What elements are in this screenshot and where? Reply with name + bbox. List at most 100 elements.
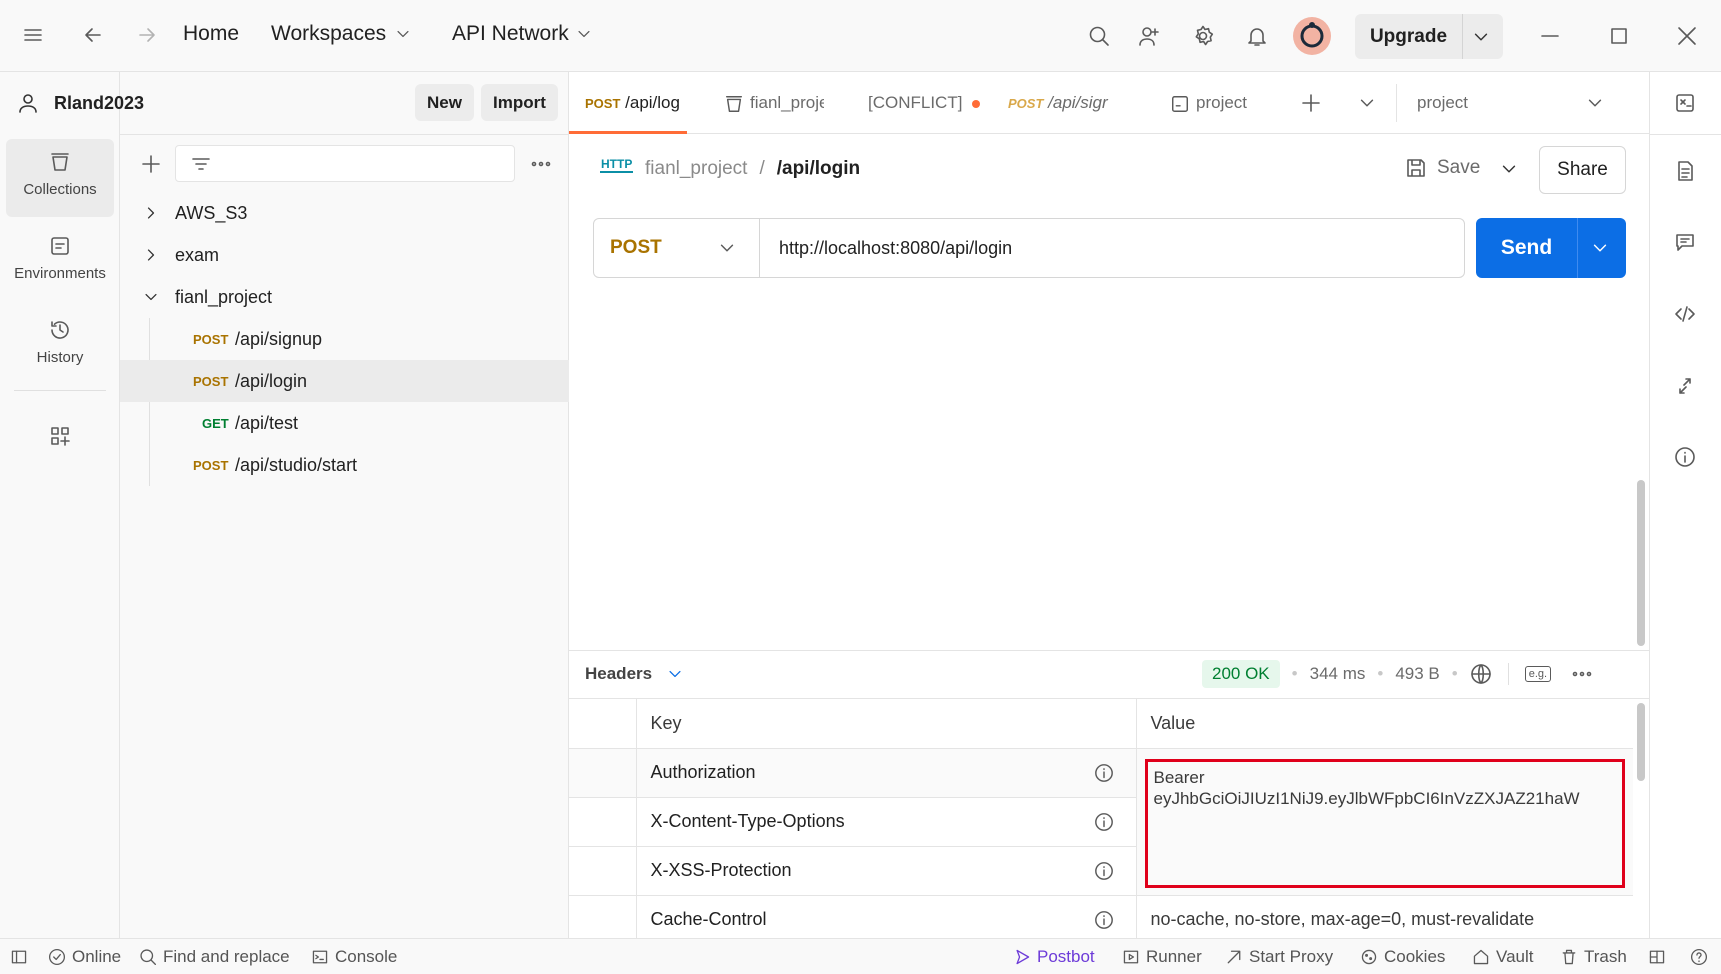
more-options-icon[interactable]: [530, 153, 552, 175]
request-item-login[interactable]: POST /api/login: [120, 360, 569, 402]
method-badge: POST: [193, 458, 229, 473]
highlighted-authorization-value[interactable]: Bearer eyJhbGciOiJIUzI1NiJ9.eyJlbWFpbCI6…: [1144, 758, 1625, 888]
info-icon[interactable]: [1094, 812, 1114, 832]
save-dropdown-icon[interactable]: [1499, 159, 1519, 179]
online-status[interactable]: Online: [48, 939, 121, 974]
notifications-bell-icon[interactable]: [1246, 25, 1268, 47]
new-button[interactable]: New: [415, 84, 474, 121]
method-select[interactable]: POST: [594, 219, 759, 277]
request-pane-scrollbar[interactable]: [1637, 480, 1645, 646]
add-collection-icon[interactable]: [140, 153, 162, 175]
rail-item-collections[interactable]: Collections: [6, 139, 114, 217]
upgrade-button[interactable]: Upgrade: [1355, 14, 1503, 59]
cookies-label: Cookies: [1384, 947, 1446, 966]
rail-item-environments[interactable]: Environments: [6, 223, 114, 301]
breadcrumb-request-name[interactable]: /api/login: [777, 158, 860, 180]
search-icon[interactable]: [1088, 25, 1110, 47]
header-key: Authorization: [650, 762, 756, 782]
collection-exam[interactable]: exam: [120, 234, 569, 276]
forward-arrow-icon[interactable]: [136, 24, 158, 46]
info-icon[interactable]: [1674, 446, 1696, 468]
url-input[interactable]: http://localhost:8080/api/login: [760, 219, 1464, 277]
runner-button[interactable]: Runner: [1122, 939, 1202, 974]
find-and-replace[interactable]: Find and replace: [139, 939, 290, 974]
vault-button[interactable]: Vault: [1472, 939, 1534, 974]
console-toggle[interactable]: Console: [311, 939, 397, 974]
save-as-example-icon[interactable]: e.g.: [1524, 666, 1552, 682]
info-icon[interactable]: [1094, 763, 1114, 783]
response-tab-headers[interactable]: Headers: [585, 664, 684, 684]
start-proxy-button[interactable]: Start Proxy: [1225, 939, 1333, 974]
breadcrumb-collection[interactable]: fianl_project: [645, 158, 747, 180]
settings-gear-icon[interactable]: [1192, 25, 1214, 47]
workspace-name[interactable]: Rland2023: [54, 93, 144, 114]
tab-api-signup-preview[interactable]: POST /api/sigr: [1008, 72, 1113, 134]
response-size[interactable]: 493 B: [1395, 664, 1439, 684]
save-button[interactable]: Save: [1405, 157, 1480, 179]
upgrade-dropdown-icon[interactable]: [1471, 27, 1491, 47]
tab-fianl-project[interactable]: fianl_proje: [724, 72, 824, 134]
chevron-down-icon: [394, 25, 412, 43]
environment-quick-look-icon[interactable]: [1674, 92, 1696, 114]
network-globe-icon[interactable]: [1470, 663, 1492, 685]
info-icon[interactable]: [1094, 910, 1114, 930]
minimize-window-icon[interactable]: [1539, 25, 1561, 47]
documentation-icon[interactable]: [1674, 160, 1696, 182]
workspaces-menu[interactable]: Workspaces: [271, 22, 412, 46]
url-bar: POST http://localhost:8080/api/login: [593, 218, 1465, 278]
filter-search-input[interactable]: [175, 145, 515, 182]
invite-user-icon[interactable]: [1138, 25, 1160, 47]
comments-icon[interactable]: [1674, 231, 1696, 253]
environments-icon: [6, 235, 114, 257]
add-apps-icon[interactable]: [49, 425, 71, 447]
request-item-studio-start[interactable]: POST /api/studio/start: [120, 444, 569, 486]
table-row[interactable]: Authorization Bearer eyJhbGciOiJIUzI1NiJ…: [569, 748, 1633, 896]
tab-api-login[interactable]: POST /api/log: [585, 72, 690, 134]
close-window-icon[interactable]: [1676, 25, 1698, 47]
collection-aws-s3[interactable]: AWS_S3: [120, 192, 569, 234]
breadcrumb: fianl_project / /api/login: [645, 158, 860, 180]
column-header-key: Key: [636, 699, 1137, 749]
toggle-sidebar-icon[interactable]: [10, 939, 28, 974]
collection-label: exam: [175, 245, 220, 265]
send-dropdown-icon[interactable]: [1590, 238, 1610, 258]
rail-item-history[interactable]: History: [6, 307, 114, 385]
breadcrumb-separator: /: [759, 158, 765, 179]
home-link[interactable]: Home: [183, 22, 239, 46]
status-badge[interactable]: 200 OK: [1202, 660, 1280, 688]
code-snippet-icon[interactable]: [1674, 303, 1696, 325]
response-pane-scrollbar[interactable]: [1637, 703, 1645, 781]
import-button[interactable]: Import: [481, 84, 558, 121]
more-options-icon[interactable]: [1571, 663, 1593, 685]
maximize-window-icon[interactable]: [1608, 25, 1630, 47]
chevron-down-icon: [717, 238, 737, 258]
tab-project[interactable]: project: [1170, 72, 1270, 134]
response-headers-table: Key Value Authorization Bearer eyJhbGciO…: [569, 699, 1633, 945]
api-network-menu[interactable]: API Network: [452, 22, 593, 46]
response-time[interactable]: 344 ms: [1310, 664, 1366, 684]
send-button[interactable]: Send: [1476, 218, 1626, 278]
layout-toggle-icon[interactable]: [1648, 939, 1666, 974]
trash-button[interactable]: Trash: [1560, 939, 1627, 974]
related-collections-icon[interactable]: [1674, 375, 1696, 397]
info-icon[interactable]: [1094, 861, 1114, 881]
share-button[interactable]: Share: [1539, 146, 1626, 194]
tabs-overflow-chevron-icon[interactable]: [1357, 93, 1377, 113]
cookies-button[interactable]: Cookies: [1360, 939, 1445, 974]
help-icon[interactable]: [1690, 939, 1708, 974]
sidebar: Rland2023 New Import AWS_S3 exam fianl_p…: [19, 72, 569, 938]
menu-icon[interactable]: [22, 24, 44, 46]
back-arrow-icon[interactable]: [82, 24, 104, 46]
request-item-signup[interactable]: POST /api/signup: [120, 318, 569, 360]
postbot-button[interactable]: Postbot: [1013, 939, 1095, 974]
tab-conflict[interactable]: [CONFLICT]: [868, 72, 988, 134]
avatar[interactable]: [1293, 17, 1331, 55]
request-path: /api/login: [235, 371, 308, 391]
collection-fianl-project[interactable]: fianl_project: [120, 276, 569, 318]
add-tab-icon[interactable]: [1300, 92, 1322, 114]
table-row[interactable]: Cache-Control no-cache, no-store, max-ag…: [569, 895, 1633, 945]
request-item-test[interactable]: GET /api/test: [120, 402, 569, 444]
environment-selector[interactable]: project: [1397, 72, 1619, 134]
tab-bar: POST /api/log fianl_proje [CONFLICT] POS…: [569, 72, 1650, 134]
postbot-icon: [1016, 949, 1030, 965]
